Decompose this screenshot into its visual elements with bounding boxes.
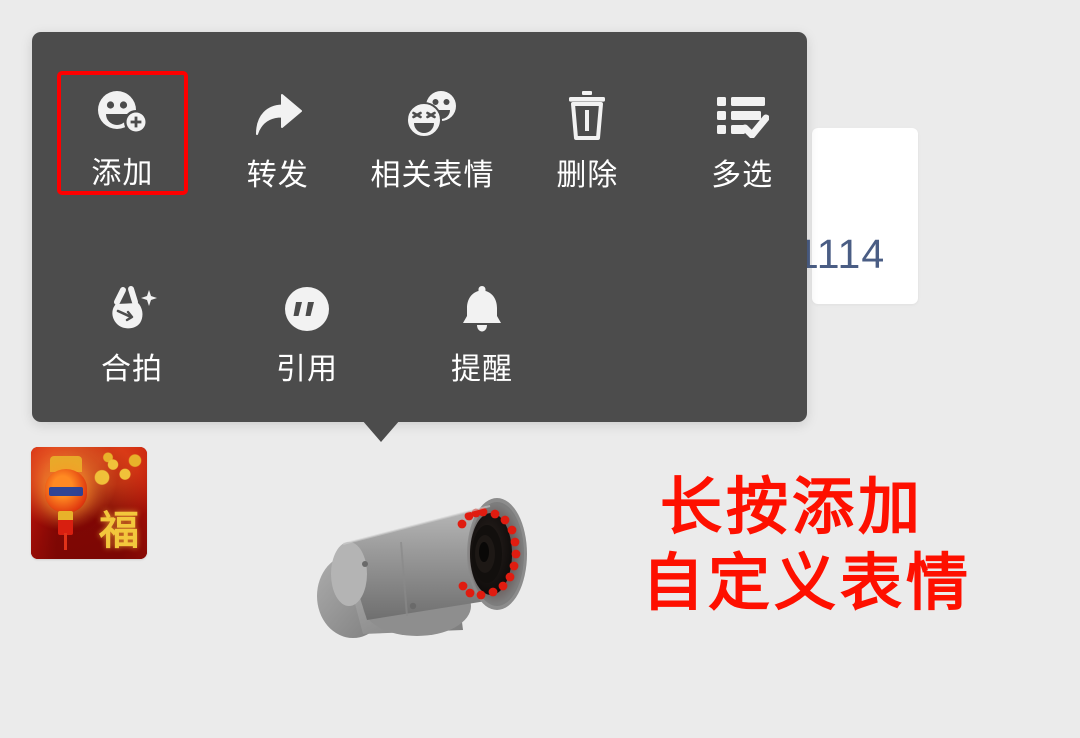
context-menu-pointer xyxy=(362,420,400,442)
menu-item-label: 相关表情 xyxy=(370,159,495,192)
menu-item-label: 删除 xyxy=(556,159,619,192)
context-menu-row-2: 合拍 引用 提醒 xyxy=(32,265,807,389)
emoji-add-icon xyxy=(89,87,155,141)
annotation-line-2: 自定义表情 xyxy=(642,546,973,619)
trash-icon xyxy=(554,87,620,143)
context-menu-row-1: 添加 转发 相关表情 删除 多选 xyxy=(32,71,807,195)
forward-arrow-icon xyxy=(245,87,311,143)
bell-icon xyxy=(449,281,515,337)
sticker-lantern-tassel xyxy=(58,511,73,535)
menu-item-quote[interactable]: 引用 xyxy=(232,265,382,389)
multi-select-list-icon xyxy=(709,87,775,143)
annotation-line-1: 长按添加 xyxy=(660,470,925,543)
menu-item-add[interactable]: 添加 xyxy=(57,71,188,195)
sticker-lantern-tassel-tail xyxy=(64,533,67,550)
menu-item-label: 合拍 xyxy=(101,353,163,386)
menu-item-multi-select[interactable]: 多选 xyxy=(677,71,807,195)
menu-item-label: 添加 xyxy=(91,157,154,190)
sticker-fu-character: 福 xyxy=(99,507,139,554)
quote-circle-icon xyxy=(274,281,340,337)
menu-item-label: 引用 xyxy=(276,353,338,386)
sticker-context-menu: 添加 转发 相关表情 删除 多选 合拍 引用 提醒 xyxy=(32,32,807,422)
menu-item-delete[interactable]: 删除 xyxy=(522,71,652,195)
menu-item-forward[interactable]: 转发 xyxy=(213,71,343,195)
chinese-new-year-lantern-sticker[interactable]: 福 xyxy=(31,447,147,559)
related-emoji-icon xyxy=(400,87,466,143)
menu-item-label: 多选 xyxy=(711,159,774,192)
sticker-blossom-decoration xyxy=(93,451,143,491)
sticker-lantern-band xyxy=(49,487,83,496)
menu-item-co-shoot[interactable]: 合拍 xyxy=(57,265,207,389)
menu-item-label: 提醒 xyxy=(451,353,513,386)
peace-hand-sparkle-icon xyxy=(99,281,165,337)
annotation-text: 长按添加 自定义表情 xyxy=(642,470,972,618)
menu-item-label: 转发 xyxy=(246,159,309,192)
chat-bubble-number: 1114 xyxy=(796,231,886,277)
cctv-security-camera-photo[interactable] xyxy=(305,478,575,658)
menu-item-related-stickers[interactable]: 相关表情 xyxy=(368,71,498,195)
menu-item-remind[interactable]: 提醒 xyxy=(407,265,557,389)
